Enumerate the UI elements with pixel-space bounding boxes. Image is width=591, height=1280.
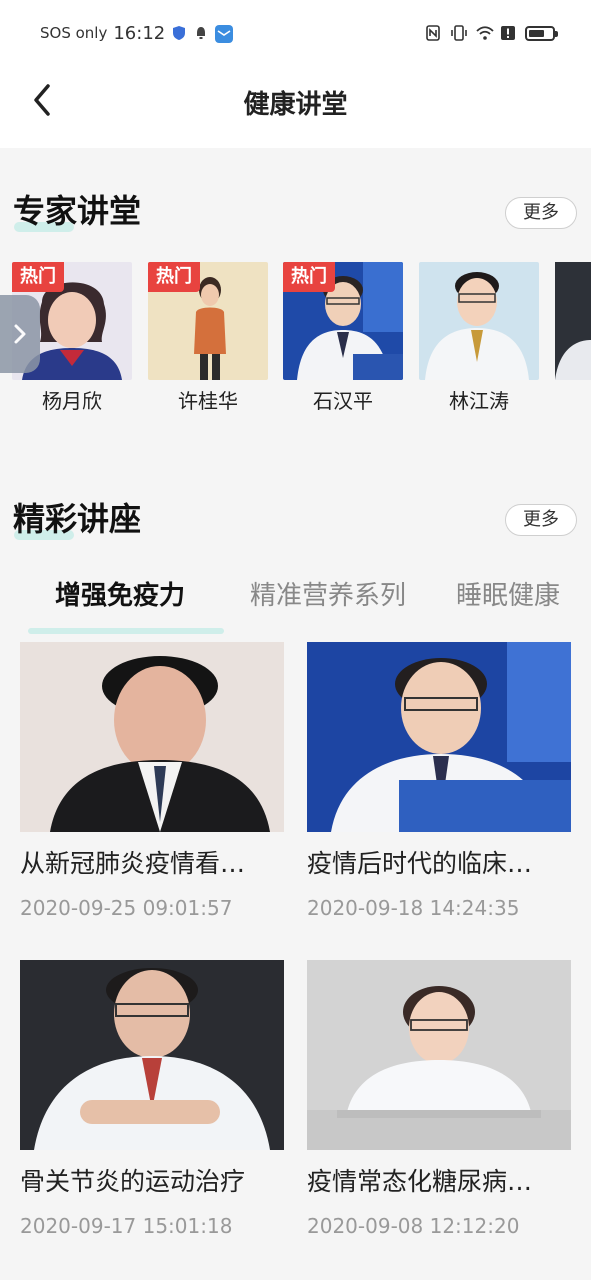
- lecture-thumbnail: [307, 642, 571, 832]
- expert-card[interactable]: 林江涛: [419, 262, 539, 414]
- lecture-title: 疫情后时代的临床…: [307, 849, 533, 878]
- lecture-date: 2020-09-25 09:01:57: [20, 896, 233, 920]
- active-tab-indicator: [28, 628, 224, 634]
- lecture-title: 骨关节炎的运动治疗: [20, 1167, 246, 1196]
- page-title: 健康讲堂: [243, 90, 348, 120]
- battery-icon: [525, 25, 558, 41]
- status-bar: SOS only 16:12: [0, 0, 591, 66]
- expert-name: 杨月欣: [42, 389, 102, 413]
- lecture-card[interactable]: 从新冠肺炎疫情看… 2020-09-25 09:01:57: [20, 642, 284, 920]
- tab-sleep-health[interactable]: 睡眠健康: [456, 575, 560, 612]
- tab-immunity[interactable]: 增强免疫力: [55, 575, 185, 612]
- lectures-more-button[interactable]: 更多: [505, 504, 577, 536]
- lecture-thumbnail: [20, 642, 284, 832]
- nav-bar: 健康讲堂: [0, 66, 591, 148]
- nfc-icon: [425, 25, 441, 41]
- hot-badge: 热门: [148, 262, 200, 292]
- lecture-thumbnail: [307, 960, 571, 1150]
- lecture-card[interactable]: 疫情后时代的临床… 2020-09-18 14:24:35: [307, 642, 571, 920]
- expert-photo: [419, 262, 539, 380]
- expert-name: 林江涛: [449, 389, 509, 413]
- tab-precision-nutrition[interactable]: 精准营养系列: [250, 575, 406, 612]
- carrier-label: SOS only: [40, 24, 108, 42]
- experts-section-title: 专家讲堂: [13, 192, 142, 230]
- hot-badge: 热门: [12, 262, 64, 292]
- mail-icon: [215, 25, 234, 43]
- shield-icon: [171, 25, 187, 41]
- alert-icon: [500, 25, 516, 41]
- expert-photo: 热门: [283, 262, 403, 380]
- chevron-right-icon: [14, 324, 26, 344]
- lectures-section-title: 精彩讲座: [13, 500, 142, 538]
- lecture-thumbnail: [20, 960, 284, 1150]
- lecture-card[interactable]: 骨关节炎的运动治疗 2020-09-17 15:01:18: [20, 960, 284, 1238]
- expert-card-partial[interactable]: [555, 262, 591, 380]
- expert-card[interactable]: 热门 许桂华: [148, 262, 268, 414]
- carousel-scroll-button[interactable]: [0, 295, 40, 373]
- lecture-card[interactable]: 疫情常态化糖尿病… 2020-09-08 12:12:20: [307, 960, 571, 1238]
- lecture-date: 2020-09-18 14:24:35: [307, 896, 520, 920]
- hot-badge: 热门: [283, 262, 335, 292]
- lecture-title: 从新冠肺炎疫情看…: [20, 849, 246, 878]
- clock: 16:12: [113, 22, 166, 44]
- lecture-date: 2020-09-08 12:12:20: [307, 1214, 520, 1238]
- expert-card[interactable]: 热门 石汉平: [283, 262, 403, 414]
- wifi-icon: [475, 25, 494, 41]
- lecture-date: 2020-09-17 15:01:18: [20, 1214, 233, 1238]
- expert-name: 石汉平: [313, 389, 373, 413]
- bell-icon: [193, 25, 209, 41]
- lecture-title: 疫情常态化糖尿病…: [307, 1167, 533, 1196]
- experts-more-button[interactable]: 更多: [505, 197, 577, 229]
- expert-name: 许桂华: [178, 389, 238, 413]
- vibrate-icon: [450, 25, 467, 41]
- expert-photo: 热门: [148, 262, 268, 380]
